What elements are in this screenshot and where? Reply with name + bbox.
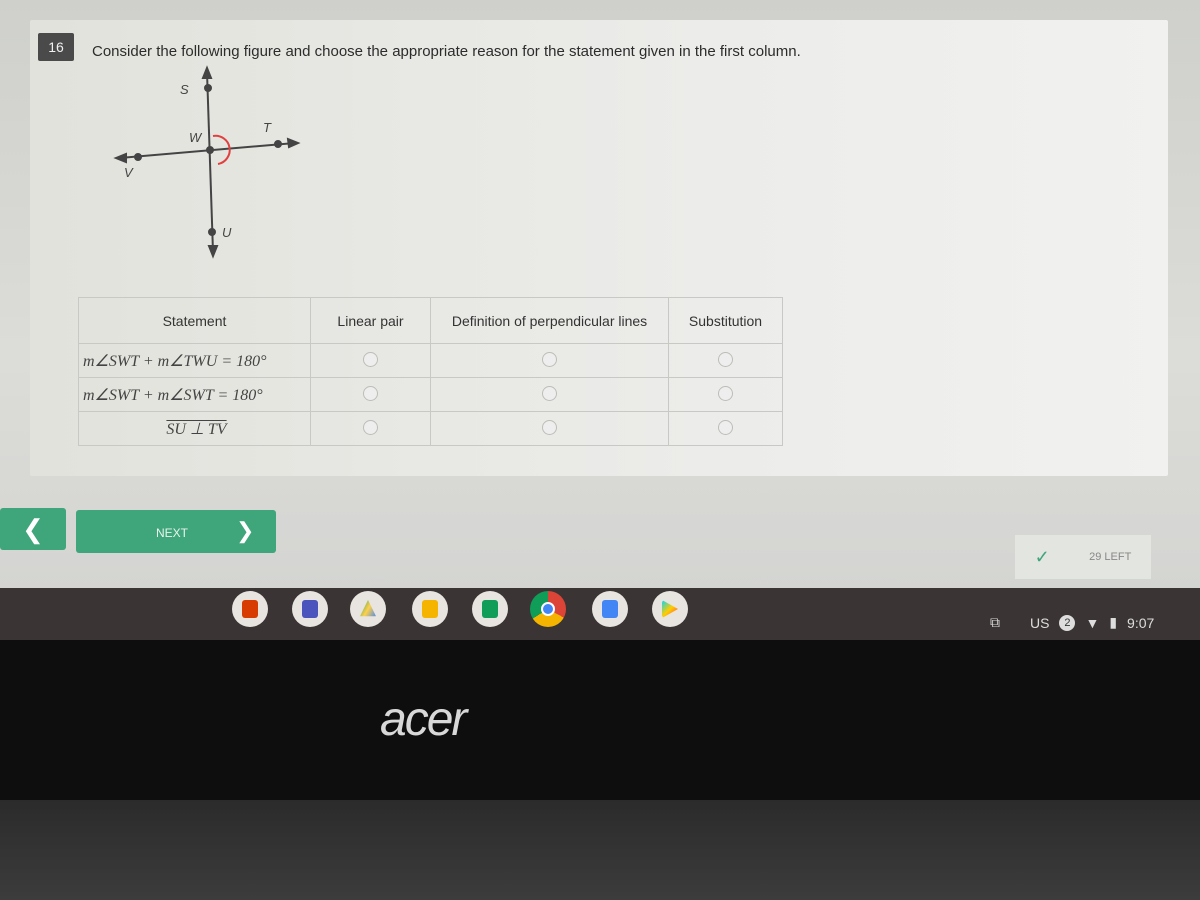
statement: SU ⊥ TV [78,411,311,446]
radio-definition[interactable] [542,351,557,367]
label-s: S [180,82,189,97]
status-tray[interactable]: ⧉ US 2 ▼ ▮ 9:07 [990,614,1154,631]
drive-app-icon[interactable] [350,591,386,627]
keyboard-layout[interactable]: US [1030,615,1049,631]
office-app-icon[interactable] [232,591,268,627]
table-row: m∠SWT + m∠TWU = 180° [78,343,783,378]
header-statement: Statement [78,297,311,344]
next-label: NEXT [156,526,189,540]
reasons-table: Statement Linear pair Definition of perp… [78,297,783,446]
acer-logo: acer [380,693,467,746]
table-row: m∠SWT + m∠SWT = 180° [78,377,783,412]
statement: m∠SWT + m∠TWU = 180° [78,343,311,378]
laptop-bezel [0,640,1200,800]
radio-definition[interactable] [542,419,557,435]
radio-definition[interactable] [542,385,557,401]
remaining-text: 29 LEFT [1089,551,1132,563]
header-definition: Definition of perpendicular lines [430,297,669,344]
table-header: Statement Linear pair Definition of perp… [78,297,783,344]
chrome-app-icon[interactable] [530,591,566,627]
radio-linear-pair[interactable] [363,351,378,367]
label-v: V [124,165,134,180]
battery-icon: ▮ [1109,614,1118,630]
slides-app-icon[interactable] [412,591,448,627]
label-t: T [263,120,272,135]
header-linear-pair: Linear pair [310,297,431,344]
question-number: 16 [38,33,74,61]
question-text: Consider the following figure and choose… [92,43,801,60]
wifi-icon: ▼ [1085,614,1100,631]
play-store-app-icon[interactable] [652,591,688,627]
screenshot-icon[interactable]: ⧉ [990,614,1000,631]
chevron-right-icon: ❯ [236,518,255,543]
clock[interactable]: 9:07 [1127,615,1154,631]
radio-linear-pair[interactable] [363,385,378,401]
perpendicular-lines-figure: S T W V U [113,65,301,259]
notification-badge[interactable]: 2 [1059,614,1076,631]
radio-linear-pair[interactable] [363,419,378,435]
radio-substitution[interactable] [718,419,733,435]
teams-app-icon[interactable] [292,591,328,627]
sheets-app-icon[interactable] [472,591,508,627]
table-row: SU ⊥ TV [78,411,783,446]
screen: 16 Consider the following figure and cho… [0,0,1200,592]
docs-app-icon[interactable] [592,591,628,627]
radio-substitution[interactable] [718,385,733,401]
chevron-left-icon: ❮ [22,513,44,544]
header-substitution: Substitution [668,297,783,344]
label-u: U [222,225,232,240]
next-button[interactable]: NEXT ❯ [76,510,276,553]
check-icon: ✓ [1034,546,1050,567]
back-button[interactable]: ❮ [0,508,66,550]
laptop-base [0,800,1200,900]
label-w: W [189,130,203,145]
radio-substitution[interactable] [718,351,733,367]
remaining-counter: ✓ 29 LEFT [1015,535,1151,579]
statement: m∠SWT + m∠SWT = 180° [78,377,311,412]
